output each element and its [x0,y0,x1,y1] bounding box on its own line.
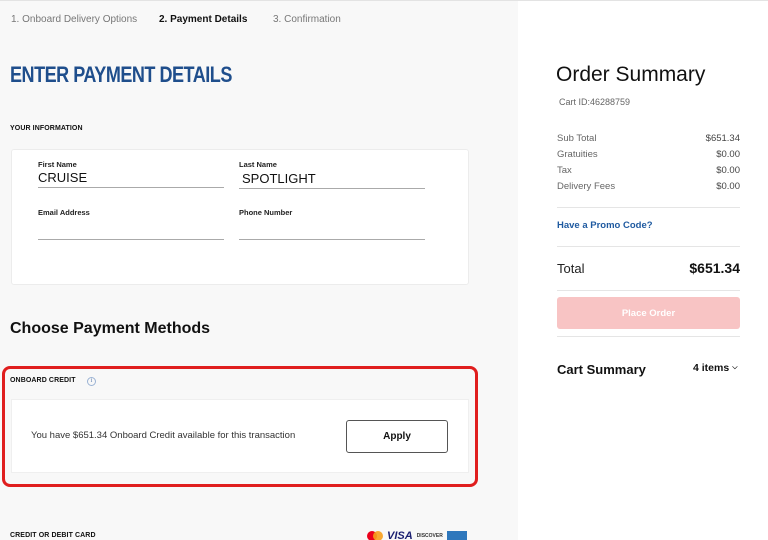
first-name-underline [38,187,224,188]
summary-label: Tax [557,165,572,176]
items-count: 4 items [693,362,730,374]
email-input[interactable] [38,222,224,238]
order-summary-title: Order Summary [556,63,706,86]
divider [557,207,740,208]
summary-value: $0.00 [716,181,740,192]
divider [557,336,740,337]
summary-row-subtotal: Sub Total $651.34 [557,133,740,144]
summary-row-tax: Tax $0.00 [557,165,740,176]
credit-debit-card-label: CREDIT OR DEBIT CARD [10,532,96,539]
mastercard-icon [367,531,383,540]
summary-value: $0.00 [716,165,740,176]
amex-icon [446,531,467,540]
email-underline [38,239,224,240]
onboard-credit-label: ONBOARD CREDIT [10,377,76,384]
card-logos: VISA DISCOVER [367,530,467,540]
total-label: Total [557,261,585,276]
summary-label: Gratuities [557,149,598,160]
phone-input[interactable] [239,222,425,238]
divider [557,290,740,291]
info-icon[interactable]: i [87,377,96,386]
summary-row-delivery-fees: Delivery Fees $0.00 [557,181,740,192]
chevron-down-icon: ⌵ [732,364,738,371]
payment-methods-title: Choose Payment Methods [10,320,211,337]
your-information-label: YOUR INFORMATION [10,125,83,132]
email-field: Email Address [38,208,224,240]
phone-field: Phone Number [239,208,425,240]
divider [557,246,740,247]
email-label: Email Address [38,208,90,217]
place-order-button[interactable]: Place Order [557,297,740,329]
page-title: ENTER PAYMENT DETAILS [10,62,232,87]
total-value: $651.34 [689,260,740,276]
summary-value: $0.00 [716,149,740,160]
visa-icon: VISA [387,530,413,540]
last-name-input[interactable] [239,171,425,187]
summary-row-gratuities: Gratuities $0.00 [557,149,740,160]
step-confirmation[interactable]: 3. Confirmation [273,14,341,25]
step-payment-details[interactable]: 2. Payment Details [159,14,273,25]
promo-code-link[interactable]: Have a Promo Code? [557,220,653,231]
cart-summary-label: Cart Summary [557,362,646,377]
checkout-stepper: 1. Onboard Delivery Options 2. Payment D… [11,14,341,25]
cart-id: Cart ID:46288759 [559,97,631,107]
onboard-credit-message: You have $651.34 Onboard Credit availabl… [31,430,296,441]
first-name-field: First Name [38,160,224,188]
step-delivery-options[interactable]: 1. Onboard Delivery Options [11,14,159,25]
cart-items-toggle[interactable]: 4 items ⌵ [693,362,738,374]
phone-label: Phone Number [239,208,293,217]
summary-label: Delivery Fees [557,181,616,192]
last-name-underline [239,188,425,189]
first-name-input[interactable] [38,170,224,186]
last-name-field: Last Name [239,160,425,189]
last-name-label: Last Name [239,160,277,169]
discover-icon: DISCOVER [416,533,443,539]
summary-label: Sub Total [557,133,597,144]
apply-credit-button[interactable]: Apply [346,420,448,453]
phone-underline [239,239,425,240]
first-name-label: First Name [38,160,77,169]
summary-value: $651.34 [705,133,740,144]
